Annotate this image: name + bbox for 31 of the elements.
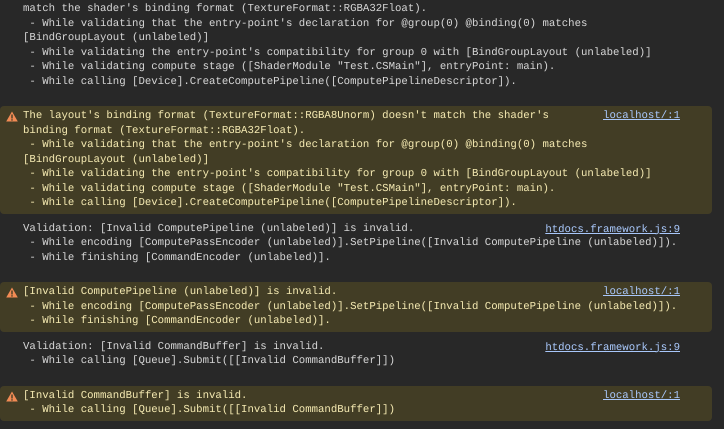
message-line: - While finishing [CommandEncoder (unlabeled)]. [28,314,331,328]
message-line: - While finishing [CommandEncoder (unlabeled)]. [28,250,331,265]
message-line: - While validating the entry-point's compatibility for group 0 with [BindGroupLayout (unlabeled)] [28,46,652,60]
message-line: - While calling [Device].CreateComputePipeline([ComputePipelineDescriptor]). [28,196,517,210]
message-line: [Invalid ComputePipeline (unlabeled)] is invalid. [23,285,338,300]
message-line: Validation: [Invalid ComputePipeline (unlabeled)] is invalid. [23,222,414,236]
source-link[interactable]: localhost/:1 [603,388,680,403]
message-line: Validation: [Invalid CommandBuffer] is invalid. [23,340,324,354]
source-link[interactable]: localhost/:1 [603,285,680,300]
source-link[interactable]: htdocs.framework.js:9 [545,340,680,355]
message-line: [BindGroupLayout (unlabeled)] [23,152,209,167]
message-line: - While calling [Device].CreateComputePipeline([ComputePipelineDescriptor]). [28,74,517,89]
message-line: - While validating the entry-point's compatibility for group 0 with [BindGroupLayout (unlabeled)] [28,167,652,182]
message-line: - While validating compute stage ([ShaderModule "Test.CSMain"], entryPoint: main). [28,60,556,74]
warning-icon [6,111,18,122]
message-line: - While encoding [ComputePassEncoder (unlabeled)].SetPipeline([Invalid ComputePipeline (unlabeled)]). [28,236,678,250]
message-line: [Invalid CommandBuffer] is invalid. [23,388,248,403]
message-line: - While calling [Queue].Submit([[Invalid CommandBuffer]]) [28,403,395,418]
message-line: - While validating that the entry-point's declaration for @group(0) @binding(0) matches [28,16,588,31]
message-line: The layout's binding format (TextureFormat::RGBA8Unorm) doesn't match the shader's [23,109,549,124]
message-line: - While validating that the entry-point's declaration for @group(0) @binding(0) matches [28,138,588,152]
source-link[interactable]: htdocs.framework.js:9 [545,222,680,237]
message-line: binding format (TextureFormat::RGBA32Float). [23,124,306,138]
message-line: - While encoding [ComputePassEncoder (unlabeled)].SetPipeline([Invalid ComputePipeline (unlabeled)]). [28,300,678,314]
source-link[interactable]: localhost/:1 [603,109,680,124]
message-line: [BindGroupLayout (unlabeled)] [23,31,209,46]
warning-icon [6,287,18,298]
warning-icon [6,390,18,402]
message-line: - While validating compute stage ([ShaderModule "Test.CSMain"], entryPoint: main). [28,182,556,196]
message-line: - While calling [Queue].Submit([[Invalid CommandBuffer]]) [28,354,395,368]
message-line: match the shader's binding format (TextureFormat::RGBA32Float). [23,2,428,16]
